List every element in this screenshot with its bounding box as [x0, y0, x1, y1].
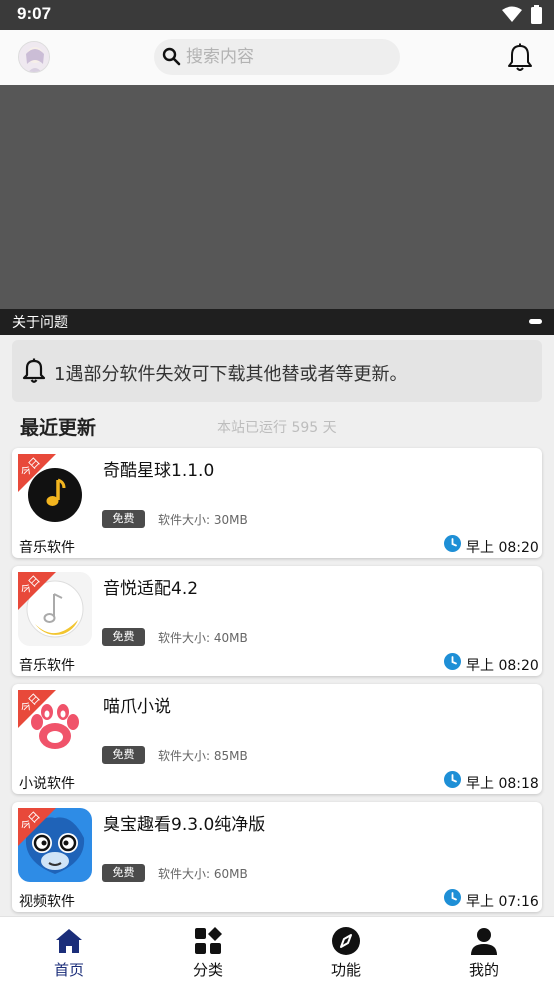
clock-icon	[444, 535, 461, 552]
app-category: 音乐软件	[19, 658, 75, 674]
search-input[interactable]	[186, 39, 391, 75]
bottom-nav: 首页 分类 功能 我的	[0, 916, 554, 986]
banner-caption: 关于问题	[12, 315, 68, 331]
app-time: 早上 07:16	[466, 894, 539, 910]
banner-image[interactable]	[0, 85, 554, 309]
free-badge: 免费	[102, 510, 145, 528]
app-category: 视频软件	[19, 894, 75, 910]
app-size: 软件大小: 85MB	[158, 749, 248, 763]
bell-icon	[22, 358, 46, 383]
ribbon-badge: 今日	[18, 690, 56, 728]
free-badge: 免费	[102, 628, 145, 646]
app-time: 早上 08:20	[466, 658, 539, 674]
app-card[interactable]: 今日 臭宝趣看9.3.0纯净版 免费 软件大小: 60MB 视频软件 早上 07…	[12, 802, 542, 912]
app-header	[0, 30, 554, 85]
app-size: 软件大小: 30MB	[158, 513, 248, 527]
nav-item-profile[interactable]: 我的	[434, 917, 534, 986]
app-card[interactable]: 今日 奇酷星球1.1.0 免费 软件大小: 30MB 音乐软件 早上 08:20	[12, 448, 542, 558]
nav-item-category[interactable]: 分类	[158, 917, 258, 986]
home-icon	[56, 929, 82, 953]
status-time: 9:07	[17, 4, 52, 23]
section-title: 最近更新	[20, 417, 97, 439]
app-name: 音悦适配4.2	[103, 579, 199, 599]
clock-icon	[444, 771, 461, 788]
ribbon-badge: 今日	[18, 454, 56, 492]
category-grid-icon	[195, 927, 222, 954]
battery-icon	[531, 5, 542, 24]
status-bar: 9:07	[0, 0, 554, 30]
free-badge: 免费	[102, 746, 145, 764]
app-size: 软件大小: 40MB	[158, 631, 248, 645]
clock-icon	[444, 653, 461, 670]
app-card[interactable]: 今日 喵爪小说 免费 软件大小: 85MB 小说软件 早上 08:18	[12, 684, 542, 794]
app-card[interactable]: 今日 音悦适配4.2 免费 软件大小: 40MB 音乐软件 早上 08:20	[12, 566, 542, 676]
ribbon-badge: 今日	[18, 808, 56, 846]
app-size: 软件大小: 60MB	[158, 867, 248, 881]
app-category: 小说软件	[19, 776, 75, 792]
ribbon-badge: 今日	[18, 572, 56, 610]
clock-icon	[444, 889, 461, 906]
avatar-illustration	[19, 42, 49, 72]
person-icon	[471, 928, 497, 955]
app-name: 臭宝趣看9.3.0纯净版	[103, 815, 266, 835]
app-time: 早上 08:18	[466, 776, 539, 792]
free-badge: 免费	[102, 864, 145, 882]
compass-icon	[332, 927, 360, 955]
notice-text: 1遇部分软件失效可下载其他替或者等更新。	[54, 364, 408, 385]
wifi-icon	[502, 6, 522, 22]
bell-icon	[508, 43, 532, 71]
banner-indicator[interactable]	[529, 319, 542, 324]
avatar[interactable]	[18, 41, 50, 73]
search-box[interactable]	[154, 39, 400, 75]
nav-item-features[interactable]: 功能	[296, 917, 396, 986]
notification-button[interactable]	[506, 43, 534, 73]
notice-bar[interactable]: 1遇部分软件失效可下载其他替或者等更新。	[12, 340, 542, 402]
app-time: 早上 08:20	[466, 540, 539, 556]
runtime-text: 本站已运行 595 天	[217, 420, 337, 436]
app-name: 喵爪小说	[103, 697, 171, 717]
banner-caption-bar: 关于问题	[0, 309, 554, 335]
nav-item-home[interactable]: 首页	[19, 917, 119, 986]
search-icon	[162, 47, 181, 66]
app-name: 奇酷星球1.1.0	[103, 461, 215, 481]
app-category: 音乐软件	[19, 540, 75, 556]
